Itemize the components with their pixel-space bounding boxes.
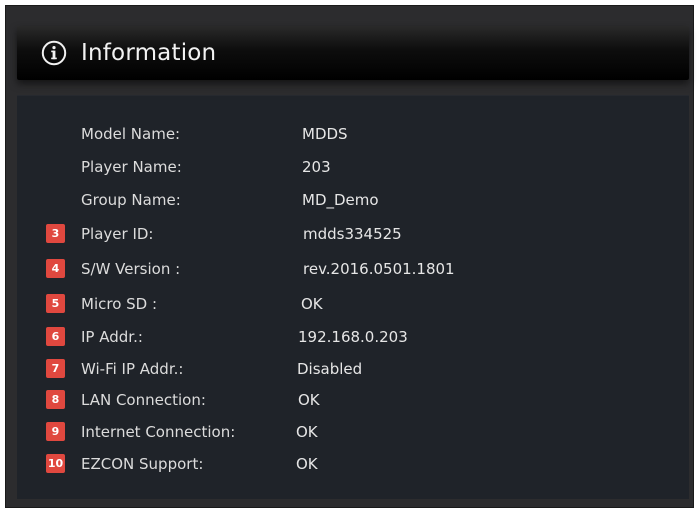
info-value: OK bbox=[301, 295, 323, 313]
item-number-badge: 8 bbox=[46, 390, 65, 409]
item-number-badge: 5 bbox=[46, 294, 65, 313]
info-value: OK bbox=[296, 455, 318, 473]
info-value: mdds334525 bbox=[303, 225, 402, 243]
item-number-badge: 6 bbox=[46, 327, 65, 346]
info-label: LAN Connection: bbox=[81, 391, 206, 409]
info-value: rev.2016.0501.1801 bbox=[303, 260, 455, 278]
info-label: Player Name: bbox=[81, 158, 182, 176]
info-label: IP Addr.: bbox=[81, 328, 143, 346]
info-label: Micro SD : bbox=[81, 295, 158, 313]
info-row-micro-sd: 5 Micro SD : OK bbox=[17, 291, 689, 317]
info-value: Disabled bbox=[297, 360, 363, 378]
item-number-badge: 3 bbox=[46, 224, 65, 243]
info-value: MD_Demo bbox=[302, 191, 379, 209]
information-window: Information Model Name: MDDS Player Name… bbox=[5, 5, 694, 508]
info-row-model-name: Model Name: MDDS bbox=[17, 121, 689, 147]
info-row-player-id: 3 Player ID: mdds334525 bbox=[17, 221, 689, 247]
info-value: 203 bbox=[302, 158, 331, 176]
info-row-internet-connection: 9 Internet Connection: OK bbox=[17, 419, 689, 445]
info-row-lan-connection: 8 LAN Connection: OK bbox=[17, 387, 689, 413]
info-value: OK bbox=[298, 391, 320, 409]
info-circle-icon bbox=[41, 40, 67, 66]
info-label: Group Name: bbox=[81, 191, 181, 209]
info-row-sw-version: 4 S/W Version : rev.2016.0501.1801 bbox=[17, 256, 689, 282]
info-value: OK bbox=[296, 423, 318, 441]
info-label: EZCON Support: bbox=[81, 455, 204, 473]
page-title: Information bbox=[81, 40, 217, 66]
info-row-group-name: Group Name: MD_Demo bbox=[17, 187, 689, 213]
item-number-badge: 9 bbox=[46, 422, 65, 441]
info-label: S/W Version : bbox=[81, 260, 181, 278]
info-label: Internet Connection: bbox=[81, 423, 236, 441]
info-row-ip-addr: 6 IP Addr.: 192.168.0.203 bbox=[17, 324, 689, 350]
info-value: 192.168.0.203 bbox=[298, 328, 408, 346]
info-panel: Model Name: MDDS Player Name: 203 Group … bbox=[17, 95, 689, 499]
info-label: Wi-Fi IP Addr.: bbox=[81, 360, 184, 378]
info-row-ezcon-support: 10 EZCON Support: OK bbox=[17, 451, 689, 477]
info-row-player-name: Player Name: 203 bbox=[17, 154, 689, 180]
information-header: Information bbox=[17, 26, 689, 80]
info-value: MDDS bbox=[302, 125, 348, 143]
info-label: Player ID: bbox=[81, 225, 154, 243]
item-number-badge: 7 bbox=[46, 359, 65, 378]
info-label: Model Name: bbox=[81, 125, 181, 143]
item-number-badge: 4 bbox=[46, 259, 65, 278]
info-row-wifi-ip-addr: 7 Wi-Fi IP Addr.: Disabled bbox=[17, 356, 689, 382]
item-number-badge: 10 bbox=[46, 454, 65, 473]
